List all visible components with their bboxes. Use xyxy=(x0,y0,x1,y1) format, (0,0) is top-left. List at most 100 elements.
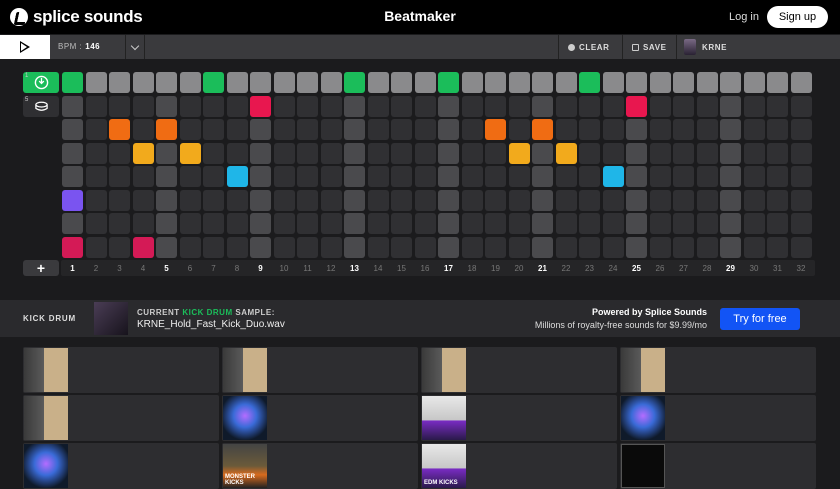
step-cell[interactable] xyxy=(344,166,365,187)
step-cell[interactable] xyxy=(250,166,271,187)
step-cell[interactable] xyxy=(132,72,154,93)
sample-pack-card[interactable] xyxy=(620,395,816,441)
step-cell[interactable] xyxy=(743,119,765,140)
step-cell[interactable] xyxy=(673,189,694,211)
step-cell[interactable] xyxy=(461,236,483,258)
step-cell[interactable] xyxy=(320,189,342,211)
step-cell[interactable] xyxy=(250,213,271,234)
step-cell[interactable] xyxy=(438,166,459,187)
step-cell[interactable] xyxy=(555,236,577,258)
signup-button[interactable]: Sign up xyxy=(767,6,828,28)
step-cell[interactable] xyxy=(485,166,506,187)
step-cell[interactable] xyxy=(649,72,671,93)
step-cell[interactable] xyxy=(555,95,577,117)
step-cell[interactable] xyxy=(250,72,271,93)
step-cell[interactable] xyxy=(602,166,624,187)
step-cell[interactable] xyxy=(391,213,412,234)
step-cell[interactable] xyxy=(555,142,577,164)
step-cell[interactable] xyxy=(391,95,412,117)
step-cell[interactable] xyxy=(226,236,248,258)
sample-pack-card[interactable]: MONSTER KICKS xyxy=(222,443,418,489)
step-cell[interactable] xyxy=(203,213,224,234)
step-cell[interactable] xyxy=(156,119,177,140)
step-cell[interactable] xyxy=(344,95,365,117)
step-cell[interactable] xyxy=(485,95,506,117)
step-cell[interactable] xyxy=(226,213,248,234)
step-cell[interactable] xyxy=(344,189,365,211)
step-cell[interactable] xyxy=(555,166,577,187)
step-cell[interactable] xyxy=(790,166,812,187)
step-cell[interactable] xyxy=(391,119,412,140)
step-cell[interactable] xyxy=(649,236,671,258)
step-cell[interactable] xyxy=(673,142,694,164)
step-cell[interactable] xyxy=(414,236,436,258)
step-cell[interactable] xyxy=(579,213,600,234)
step-cell[interactable] xyxy=(367,213,389,234)
step-cell[interactable] xyxy=(602,142,624,164)
step-cell[interactable] xyxy=(649,189,671,211)
step-cell[interactable] xyxy=(132,142,154,164)
step-cell[interactable] xyxy=(367,166,389,187)
sample-pack-card[interactable] xyxy=(222,347,418,393)
step-cell[interactable] xyxy=(226,95,248,117)
step-cell[interactable] xyxy=(767,142,788,164)
step-cell[interactable] xyxy=(767,189,788,211)
step-cell[interactable] xyxy=(673,95,694,117)
step-cell[interactable] xyxy=(179,213,201,234)
step-cell[interactable] xyxy=(203,72,224,93)
step-cell[interactable] xyxy=(461,189,483,211)
step-cell[interactable] xyxy=(132,213,154,234)
step-cell[interactable] xyxy=(485,189,506,211)
step-cell[interactable] xyxy=(297,236,318,258)
step-cell[interactable] xyxy=(203,189,224,211)
step-cell[interactable] xyxy=(579,72,600,93)
step-cell[interactable] xyxy=(579,189,600,211)
step-cell[interactable] xyxy=(673,213,694,234)
step-cell[interactable] xyxy=(367,236,389,258)
step-cell[interactable] xyxy=(226,119,248,140)
step-cell[interactable] xyxy=(156,72,177,93)
step-cell[interactable] xyxy=(414,166,436,187)
step-cell[interactable] xyxy=(696,72,718,93)
step-cell[interactable] xyxy=(85,166,107,187)
step-cell[interactable] xyxy=(743,142,765,164)
step-cell[interactable] xyxy=(720,72,741,93)
step-cell[interactable] xyxy=(461,95,483,117)
sample-pack-card[interactable] xyxy=(23,443,219,489)
step-cell[interactable] xyxy=(532,213,553,234)
step-cell[interactable] xyxy=(743,166,765,187)
play-button[interactable] xyxy=(0,35,50,59)
step-cell[interactable] xyxy=(132,119,154,140)
step-cell[interactable] xyxy=(414,72,436,93)
step-cell[interactable] xyxy=(273,236,295,258)
sample-pack-card[interactable] xyxy=(620,443,816,489)
step-cell[interactable] xyxy=(461,142,483,164)
step-cell[interactable] xyxy=(297,119,318,140)
step-cell[interactable] xyxy=(720,142,741,164)
step-cell[interactable] xyxy=(62,95,83,117)
bpm-dropdown-button[interactable] xyxy=(125,35,145,59)
step-cell[interactable] xyxy=(250,95,271,117)
step-cell[interactable] xyxy=(767,72,788,93)
step-cell[interactable] xyxy=(320,213,342,234)
step-cell[interactable] xyxy=(626,213,647,234)
step-cell[interactable] xyxy=(602,72,624,93)
step-cell[interactable] xyxy=(461,119,483,140)
step-cell[interactable] xyxy=(767,119,788,140)
step-cell[interactable] xyxy=(109,236,130,258)
step-cell[interactable] xyxy=(790,189,812,211)
step-cell[interactable] xyxy=(696,119,718,140)
step-cell[interactable] xyxy=(461,213,483,234)
step-cell[interactable] xyxy=(767,236,788,258)
step-cell[interactable] xyxy=(320,142,342,164)
step-cell[interactable] xyxy=(626,119,647,140)
step-cell[interactable] xyxy=(273,166,295,187)
step-cell[interactable] xyxy=(226,142,248,164)
step-cell[interactable] xyxy=(649,95,671,117)
step-cell[interactable] xyxy=(109,95,130,117)
step-cell[interactable] xyxy=(344,119,365,140)
step-cell[interactable] xyxy=(720,213,741,234)
step-cell[interactable] xyxy=(62,142,83,164)
step-cell[interactable] xyxy=(250,142,271,164)
step-cell[interactable] xyxy=(579,166,600,187)
